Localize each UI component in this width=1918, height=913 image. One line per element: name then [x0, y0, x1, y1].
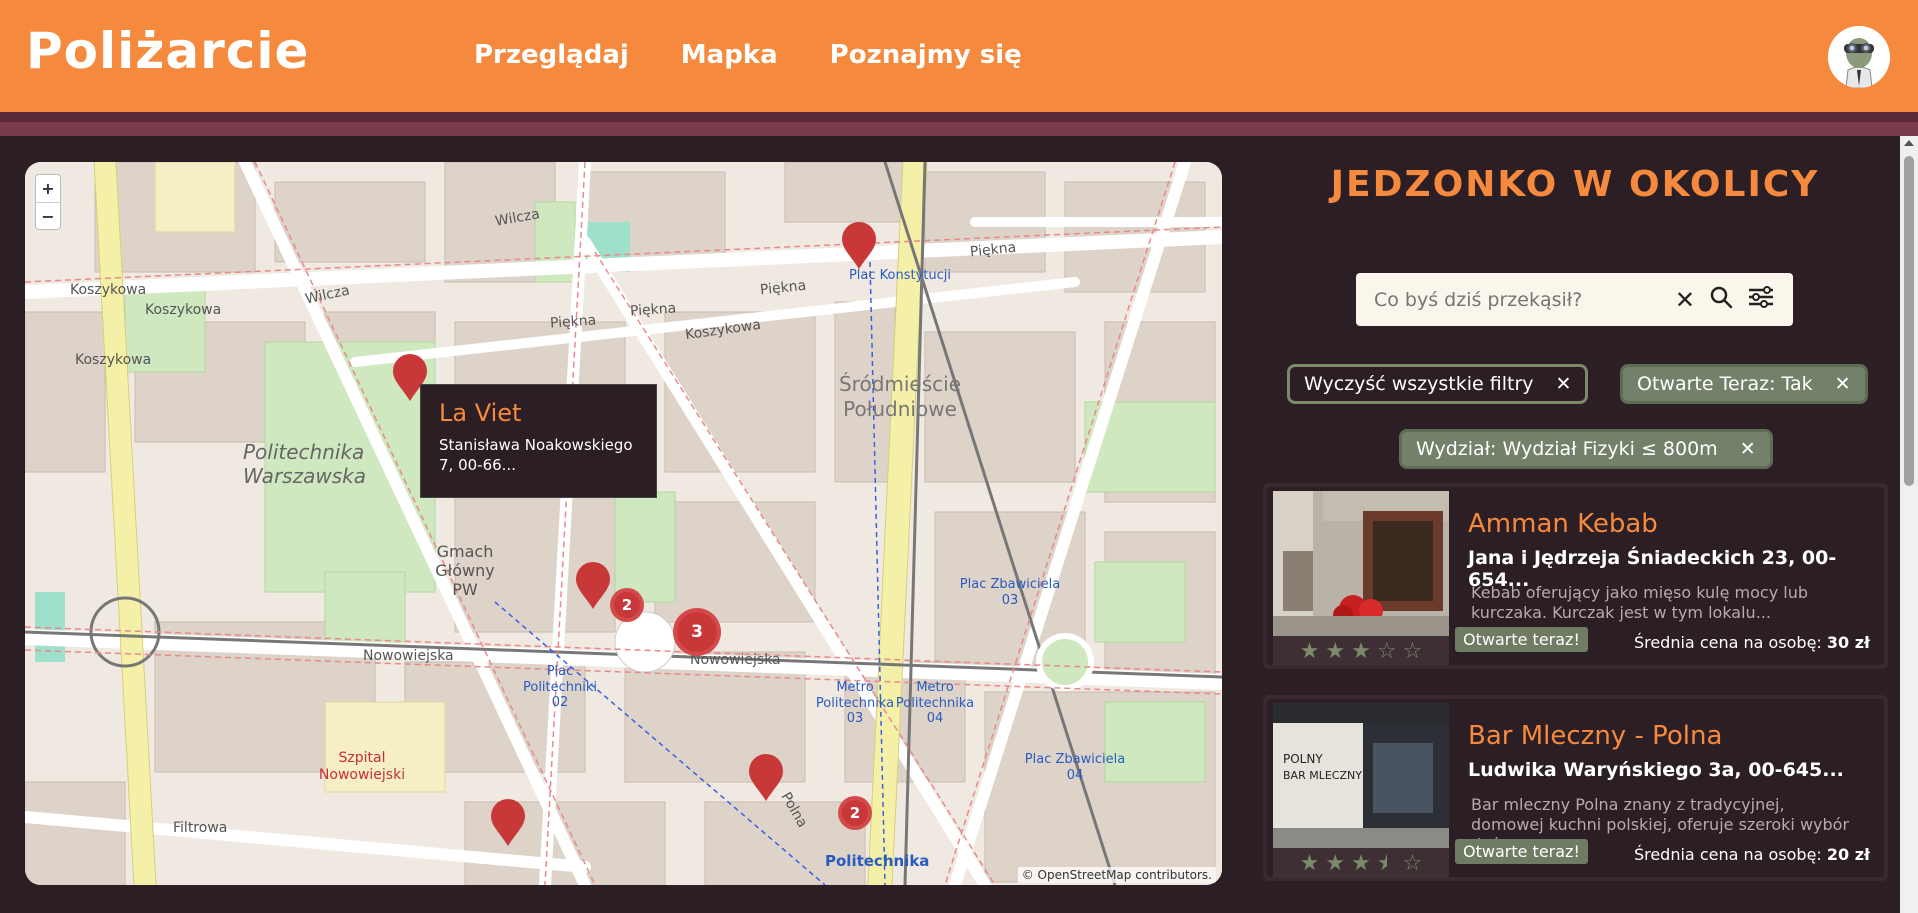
main-nav: Przeglądaj Mapka Poznajmy się [474, 40, 1022, 70]
close-icon[interactable]: ✕ [1835, 373, 1851, 395]
zoom-control: + − [35, 174, 61, 230]
close-icon[interactable]: ✕ [1740, 438, 1756, 460]
filter-icon[interactable] [1747, 285, 1775, 315]
zoom-in-button[interactable]: + [36, 175, 60, 202]
chip-label: Otwarte Teraz: Tak [1637, 373, 1813, 395]
map-cluster[interactable]: 3 [673, 608, 721, 656]
svg-text:BAR MLECZNY: BAR MLECZNY [1283, 769, 1362, 782]
page-scrollbar[interactable] [1900, 136, 1918, 913]
rating-stars: ★ ★ ★ ☆ ☆ [1273, 636, 1449, 666]
restaurant-card[interactable]: Amman Kebab Jana i Jędrzeja Śniadeckich … [1263, 483, 1888, 669]
chip-label: Wydział: Wydział Fizyki ≤ 800m [1416, 438, 1718, 460]
alien-avatar-icon [1828, 26, 1890, 88]
map-popup[interactable]: La Viet Stanisława Noakowskiego 7, 00-66… [420, 384, 657, 498]
search-bar: ✕ [1356, 273, 1793, 326]
nav-browse[interactable]: Przeglądaj [474, 40, 629, 70]
popup-address: Stanisława Noakowskiego 7, 00-66... [439, 436, 633, 474]
station-label: Politechnika [825, 852, 930, 870]
scrollbar-thumb[interactable] [1904, 156, 1914, 486]
hospital-label: Szpital Nowowiejski [318, 750, 406, 783]
header-divider-2 [0, 122, 1918, 136]
popup-title: La Viet [439, 399, 522, 427]
map-pin-icon[interactable] [575, 562, 611, 610]
street-label: Koszykowa [70, 282, 147, 298]
map-pin-icon[interactable] [841, 222, 877, 270]
stop-label: Metro Politechnika 04 [895, 680, 975, 727]
stop-label: Plac Politechniki 02 [522, 664, 598, 711]
street-label: Piękna [549, 312, 597, 332]
top-header: Poliżarcie Przeglądaj Mapka Poznajmy się [0, 0, 1918, 112]
open-now-badge: Otwarte teraz! [1455, 627, 1588, 652]
clear-filters-chip[interactable]: Wyczyść wszystkie filtry ✕ [1287, 364, 1589, 404]
restaurant-address: Ludwika Waryńskiego 3a, 00-645... [1468, 759, 1844, 781]
map-view[interactable]: + − Koszykowa Koszykowa Koszykowa Koszyk… [25, 162, 1222, 885]
zoom-out-button[interactable]: − [36, 202, 60, 229]
restaurant-photo [1273, 491, 1449, 636]
star-empty-icon: ☆ [1376, 638, 1397, 664]
map-pin-icon[interactable] [490, 799, 526, 847]
search-input[interactable] [1374, 288, 1661, 311]
app-logo[interactable]: Poliżarcie [26, 22, 309, 80]
user-avatar[interactable] [1828, 26, 1890, 88]
map-cluster[interactable]: 2 [610, 588, 644, 622]
svg-text:POLNY: POLNY [1283, 752, 1323, 766]
star-filled-icon: ★ [1299, 850, 1320, 876]
open-now-badge: Otwarte teraz! [1455, 839, 1588, 864]
street-label: Koszykowa [75, 352, 152, 368]
star-filled-icon: ★ [1299, 638, 1320, 664]
restaurant-photo: POLNY BAR MLECZNY [1273, 703, 1449, 848]
stop-label: Metro Politechnika 03 [815, 680, 895, 727]
street-label: Koszykowa [145, 302, 222, 318]
star-filled-icon: ★ [1325, 850, 1346, 876]
average-price: Średnia cena na osobę: 30 zł [1633, 633, 1870, 652]
filter-chip-open-now[interactable]: Otwarte Teraz: Tak ✕ [1620, 364, 1868, 404]
star-half-icon: ★ [1376, 850, 1397, 876]
nav-map[interactable]: Mapka [681, 40, 778, 70]
map-pin-icon[interactable] [748, 754, 784, 802]
campus-label: Politechnika Warszawska [243, 440, 366, 488]
average-price: Średnia cena na osobę: 20 zł [1633, 845, 1870, 864]
star-filled-icon: ★ [1325, 638, 1346, 664]
map-cluster[interactable]: 2 [838, 796, 872, 830]
rating-stars: ★ ★ ★ ★ ☆ [1273, 848, 1449, 878]
star-empty-icon: ☆ [1402, 850, 1423, 876]
restaurant-name: Amman Kebab [1468, 509, 1658, 539]
stop-label: Plac Zbawiciela 04 [1024, 752, 1126, 783]
building-label: Gmach Główny PW [435, 542, 495, 599]
restaurant-description: Kebab oferujący jako mięso kulę mocy lub… [1471, 583, 1808, 622]
panel-title: JEDZONKO W OKOLICY [1330, 164, 1820, 205]
search-icon[interactable] [1709, 285, 1733, 315]
star-filled-icon: ★ [1351, 638, 1371, 664]
stop-label: Plac Konstytucji [848, 268, 952, 283]
filter-chip-faculty[interactable]: Wydział: Wydział Fizyki ≤ 800m ✕ [1399, 429, 1773, 469]
street-label: Filtrowa [173, 820, 228, 836]
map-attribution[interactable]: © OpenStreetMap contributors. [1017, 867, 1216, 883]
district-label: Śródmieście Południowe [838, 372, 962, 421]
star-filled-icon: ★ [1351, 850, 1371, 876]
scroll-up-icon[interactable] [1904, 140, 1914, 146]
close-icon[interactable]: ✕ [1556, 373, 1572, 395]
star-empty-icon: ☆ [1402, 638, 1423, 664]
restaurant-name: Bar Mleczny - Polna [1468, 721, 1723, 751]
header-divider [0, 112, 1918, 122]
street-label: Piękna [629, 300, 677, 320]
stop-label: Plac Zbawiciela 03 [959, 577, 1061, 608]
nav-about[interactable]: Poznajmy się [830, 40, 1022, 70]
restaurant-card[interactable]: POLNY BAR MLECZNY Bar Mleczny - Polna Lu… [1263, 695, 1888, 881]
clear-search-icon[interactable]: ✕ [1675, 286, 1695, 314]
chip-label: Wyczyść wszystkie filtry [1304, 373, 1534, 395]
street-label: Nowowiejska [363, 648, 454, 664]
